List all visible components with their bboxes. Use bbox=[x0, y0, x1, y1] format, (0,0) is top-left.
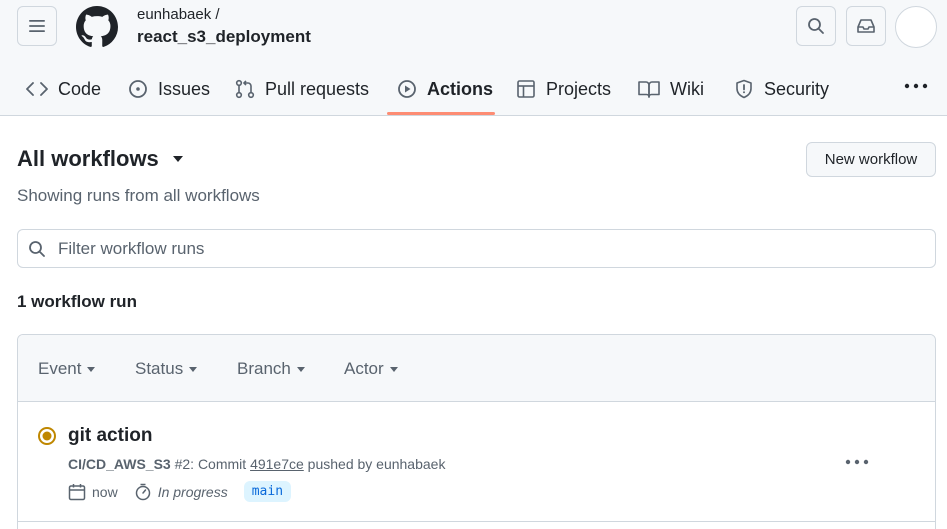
runs-filter-bar: Event Status Branch Actor bbox=[18, 335, 935, 402]
workflows-title-dropdown[interactable]: All workflows bbox=[17, 146, 183, 172]
tab-pull-requests[interactable]: Pull requests bbox=[235, 62, 369, 116]
kebab-horizontal-icon bbox=[845, 459, 869, 465]
repo-nav: Code Issues Pull requests Actions Projec… bbox=[0, 62, 947, 116]
new-workflow-button[interactable]: New workflow bbox=[806, 142, 936, 177]
code-icon bbox=[26, 82, 48, 96]
tab-projects[interactable]: Projects bbox=[516, 62, 611, 116]
status-filter-dropdown[interactable]: Status bbox=[135, 359, 198, 379]
triangle-down-icon bbox=[296, 366, 305, 372]
tab-actions[interactable]: Actions bbox=[397, 62, 493, 116]
tab-label: Projects bbox=[546, 78, 612, 99]
shield-icon bbox=[736, 79, 752, 99]
repo-header: eunhabaek / react_s3_deployment Code Iss… bbox=[0, 0, 947, 116]
tab-label: Code bbox=[58, 78, 102, 99]
triangle-down-icon bbox=[172, 156, 183, 162]
run-duration: In progress bbox=[134, 483, 228, 501]
workflow-run-count: 1 workflow run bbox=[17, 292, 137, 311]
row-divider bbox=[18, 521, 935, 522]
avatar[interactable] bbox=[895, 6, 937, 48]
hamburger-icon bbox=[29, 20, 45, 32]
tab-issues[interactable]: Issues bbox=[128, 62, 210, 116]
repo-name-link[interactable]: react_s3_deployment bbox=[137, 27, 311, 47]
page-subtitle: Showing runs from all workflows bbox=[17, 186, 260, 205]
tab-code[interactable]: Code bbox=[26, 62, 101, 116]
run-meta: CI/CD_AWS_S3 #2: Commit 491e7ce pushed b… bbox=[68, 456, 445, 472]
table-icon bbox=[517, 80, 535, 98]
run-title-link[interactable]: git action bbox=[68, 425, 152, 447]
search-button[interactable] bbox=[796, 6, 836, 46]
run-actions-menu-button[interactable] bbox=[843, 454, 871, 470]
tab-label: Security bbox=[764, 78, 830, 99]
search-icon bbox=[29, 240, 45, 257]
tab-label: Actions bbox=[427, 78, 494, 99]
inbox-icon bbox=[857, 19, 875, 33]
run-time-text: now bbox=[92, 483, 118, 500]
play-icon bbox=[398, 80, 416, 98]
issue-icon bbox=[129, 80, 147, 98]
repo-owner-link[interactable]: eunhabaek / bbox=[137, 6, 220, 23]
tab-label: Issues bbox=[158, 78, 211, 99]
filter-label: Branch bbox=[237, 359, 291, 378]
tab-wiki[interactable]: Wiki bbox=[638, 62, 704, 116]
in-progress-status-icon bbox=[38, 427, 56, 445]
pull-request-icon bbox=[235, 79, 255, 99]
filter-workflow-runs-input[interactable] bbox=[58, 238, 908, 259]
tab-label: Pull requests bbox=[265, 78, 370, 99]
branch-label[interactable]: main bbox=[243, 481, 292, 502]
book-icon bbox=[638, 81, 660, 98]
branch-filter-dropdown[interactable]: Branch bbox=[237, 359, 305, 379]
triangle-down-icon bbox=[389, 366, 398, 372]
tab-label: Wiki bbox=[670, 78, 704, 99]
run-time: now bbox=[68, 483, 118, 501]
hamburger-menu-button[interactable] bbox=[17, 6, 57, 46]
workflow-name: CI/CD_AWS_S3 bbox=[68, 456, 171, 472]
event-filter-dropdown[interactable]: Event bbox=[38, 359, 96, 379]
tab-security[interactable]: Security bbox=[734, 62, 829, 116]
run-meta-text: #2: Commit bbox=[170, 456, 251, 472]
filter-label: Event bbox=[38, 359, 82, 378]
triangle-down-icon bbox=[87, 366, 96, 372]
more-tabs-button[interactable] bbox=[902, 76, 930, 96]
commit-sha-link[interactable]: 491e7ce bbox=[250, 456, 304, 472]
active-tab-indicator bbox=[387, 112, 495, 115]
kebab-horizontal-icon bbox=[904, 83, 928, 89]
filter-label: Actor bbox=[344, 359, 384, 378]
github-logo-icon[interactable] bbox=[76, 6, 118, 48]
triangle-down-icon bbox=[189, 366, 198, 372]
page-title: All workflows bbox=[17, 146, 159, 171]
filter-search-box[interactable] bbox=[17, 229, 936, 268]
actor-filter-dropdown[interactable]: Actor bbox=[344, 359, 398, 379]
inbox-button[interactable] bbox=[846, 6, 886, 46]
filter-label: Status bbox=[135, 359, 184, 378]
run-info: now In progress main bbox=[68, 481, 292, 502]
search-icon bbox=[808, 18, 824, 34]
calendar-icon bbox=[68, 483, 86, 500]
run-status-text: In progress bbox=[157, 483, 228, 500]
stopwatch-icon bbox=[135, 483, 150, 500]
run-meta-text: pushed by eunhabaek bbox=[303, 456, 446, 472]
